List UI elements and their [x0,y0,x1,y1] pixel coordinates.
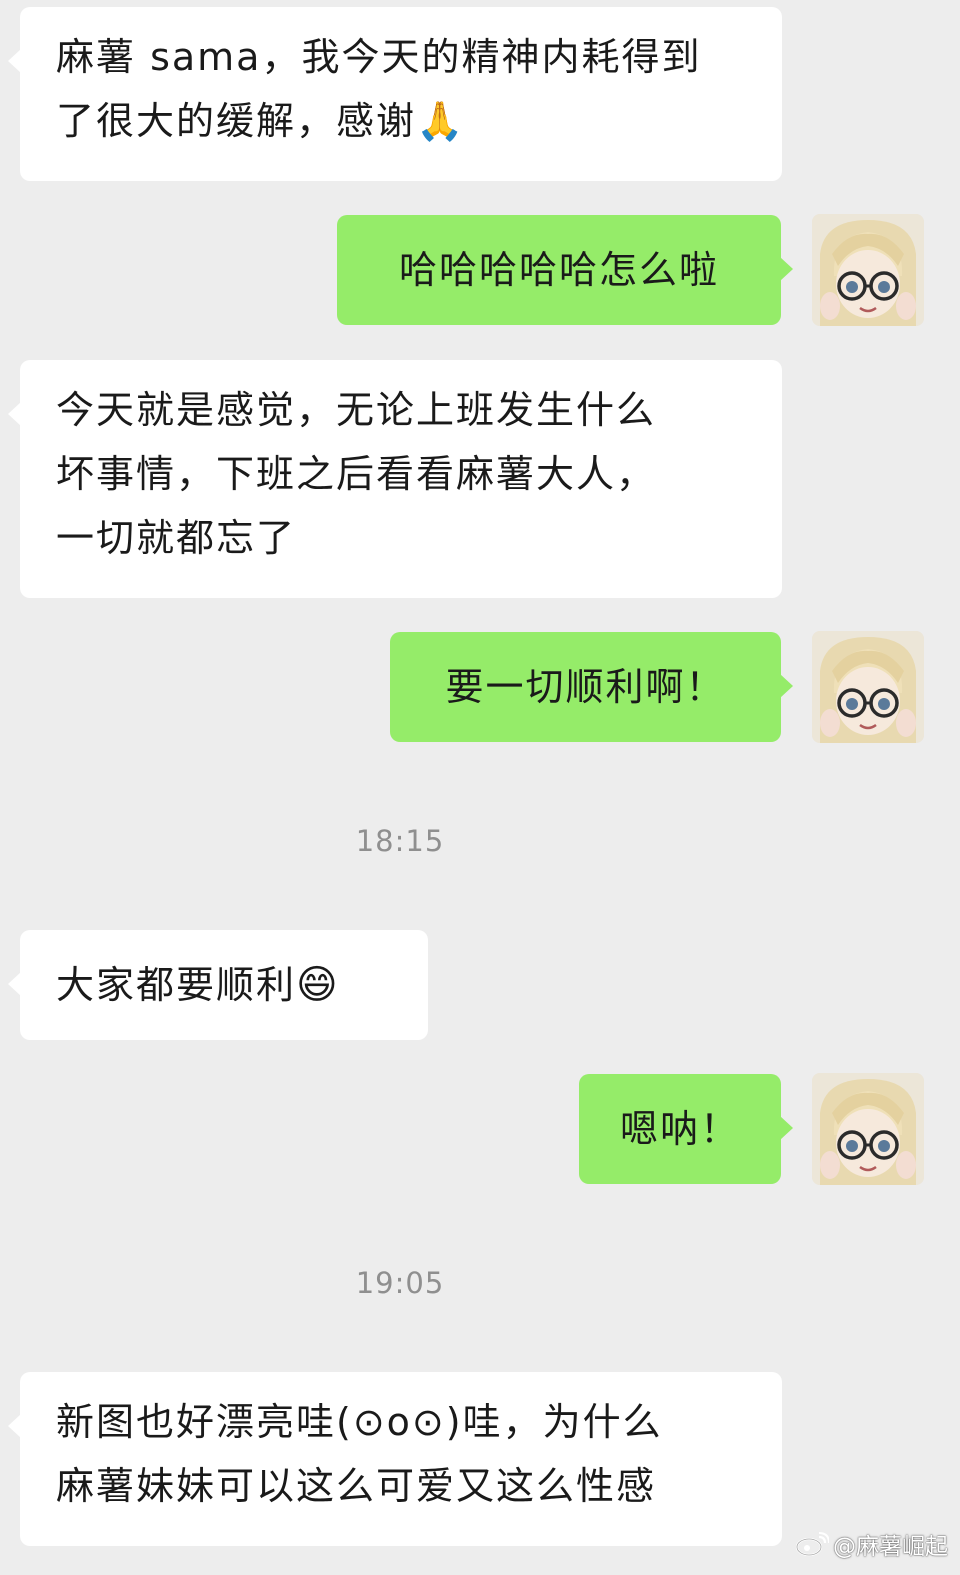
message-line: 了很大的缓解，感谢🙏 [56,99,466,143]
weibo-icon [795,1531,830,1557]
message-text: 大家都要顺利 [56,963,297,1007]
message-text: 哈哈哈哈哈怎么啦 [398,248,719,292]
watermark-text: @麻薯崛起 [833,1534,948,1560]
incoming-message-bubble[interactable]: 今天就是感觉，无论上班发生什么 坏事情，下班之后看看麻薯大人， 一切就都忘了 [8,360,782,598]
avatar-illustration-icon [812,214,924,326]
message-line: 麻薯 sama，我今天的精神内耗得到 [56,35,702,79]
incoming-message-bubble[interactable]: 大家都要顺利 😄 [8,930,428,1040]
user-avatar[interactable] [812,1073,924,1185]
message-line: 一切就都忘了 [56,516,297,560]
message-timestamp: 19:05 [355,1266,445,1300]
message-timestamp: 18:15 [355,824,445,858]
message-line: 麻薯妹妹可以这么可爱又这么性感 [56,1464,657,1508]
outgoing-message-bubble[interactable]: 要一切顺利啊！ [390,632,793,742]
outgoing-message-bubble[interactable]: 嗯呐！ [579,1074,793,1184]
user-avatar[interactable] [812,214,924,326]
message-text: 要一切顺利啊！ [445,665,726,709]
user-avatar[interactable] [812,631,924,743]
message-line: 坏事情，下班之后看看麻薯大人， [56,452,657,496]
message-line: 今天就是感觉，无论上班发生什么 [56,388,657,432]
avatar-illustration-icon [812,631,924,743]
avatar-illustration-icon [812,1073,924,1185]
grinning-face-icon: 😄 [296,962,340,1008]
weibo-watermark: @麻薯崛起 [795,1527,948,1561]
incoming-message-bubble[interactable]: 麻薯 sama，我今天的精神内耗得到 了很大的缓解，感谢🙏 [8,7,782,181]
message-line: 新图也好漂亮哇(⊙o⊙)哇，为什么 [56,1400,663,1444]
message-text: 嗯呐！ [619,1107,740,1151]
incoming-message-bubble[interactable]: 新图也好漂亮哇(⊙o⊙)哇，为什么 麻薯妹妹可以这么可爱又这么性感 [8,1372,782,1546]
outgoing-message-bubble[interactable]: 哈哈哈哈哈怎么啦 [337,215,793,325]
